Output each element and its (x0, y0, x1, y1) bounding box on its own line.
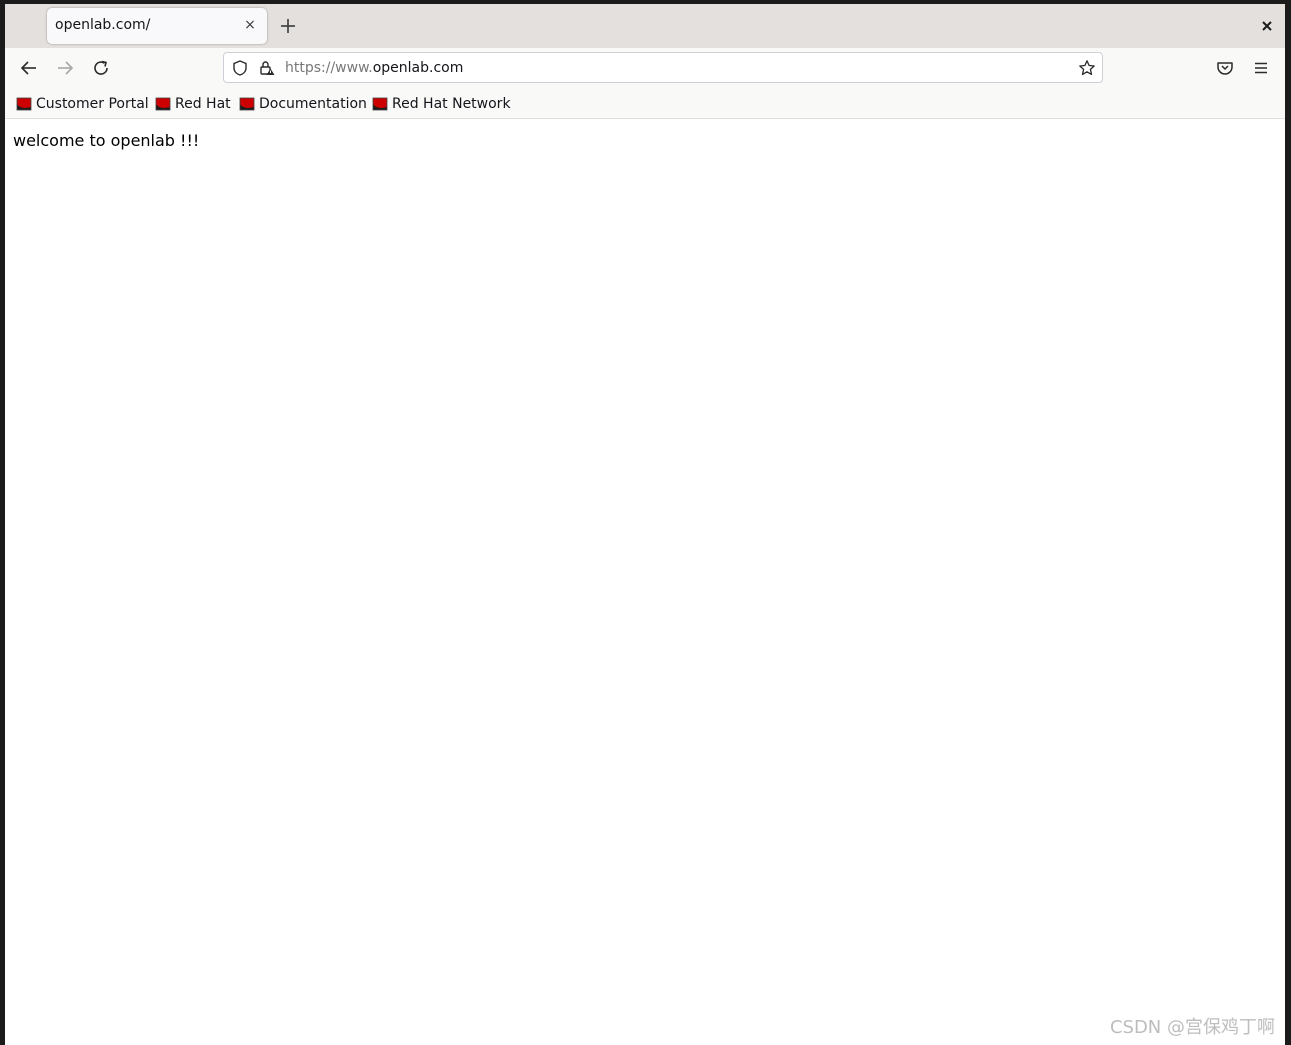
browser-window: openlab.com/ × https://www.openlab.com C… (5, 4, 1285, 1045)
pocket-icon (1217, 62, 1233, 75)
tab-close-icon[interactable]: × (241, 16, 259, 34)
bookmark-label: Customer Portal (36, 96, 149, 112)
star-icon[interactable] (1078, 59, 1096, 77)
redhat-favicon-icon (239, 97, 255, 111)
watermark: CSDN @宫保鸡丁啊 (1109, 1017, 1275, 1038)
url-host: openlab.com (372, 60, 464, 76)
lock-warning-icon[interactable] (258, 59, 276, 77)
arrow-right-icon (58, 61, 74, 75)
navigation-bar: https://www.openlab.com (5, 48, 1285, 88)
reload-icon (94, 60, 108, 75)
new-tab-button[interactable] (277, 15, 299, 37)
reload-button[interactable] (90, 57, 112, 79)
redhat-favicon-icon (155, 97, 171, 111)
url-bar[interactable]: https://www.openlab.com (223, 52, 1103, 83)
hamburger-menu-icon (1255, 62, 1267, 74)
back-button[interactable] (18, 57, 40, 79)
pocket-button[interactable] (1214, 57, 1236, 79)
tab-openlab[interactable]: openlab.com/ × (47, 8, 267, 44)
bookmark-red-hat-network[interactable]: Red Hat Network (372, 94, 511, 114)
bookmark-label: Red Hat Network (392, 96, 511, 112)
bookmark-label: Documentation (259, 96, 367, 112)
welcome-text: welcome to openlab !!! (13, 131, 200, 150)
window-close-button[interactable] (1257, 16, 1277, 36)
forward-button[interactable] (54, 57, 76, 79)
tab-strip: openlab.com/ × (5, 4, 1285, 48)
redhat-favicon-icon (372, 97, 388, 111)
close-icon (1262, 21, 1272, 31)
url-scheme: https://www. (285, 60, 373, 76)
url-text[interactable]: https://www.openlab.com (285, 60, 463, 76)
plus-icon (281, 19, 295, 33)
bookmark-label: Red Hat (175, 96, 231, 112)
redhat-favicon-icon (16, 97, 32, 111)
bookmark-documentation[interactable]: Documentation (239, 94, 367, 114)
shield-icon[interactable] (231, 59, 249, 77)
menu-button[interactable] (1250, 57, 1272, 79)
bookmark-red-hat[interactable]: Red Hat (155, 94, 231, 114)
bookmarks-toolbar: Customer Portal Red Hat Documentation Re… (5, 88, 1285, 119)
bookmark-customer-portal[interactable]: Customer Portal (16, 94, 149, 114)
tab-title: openlab.com/ (55, 17, 151, 33)
page-content: welcome to openlab !!! CSDN @宫保鸡丁啊 (5, 119, 1285, 1045)
arrow-left-icon (20, 61, 36, 75)
